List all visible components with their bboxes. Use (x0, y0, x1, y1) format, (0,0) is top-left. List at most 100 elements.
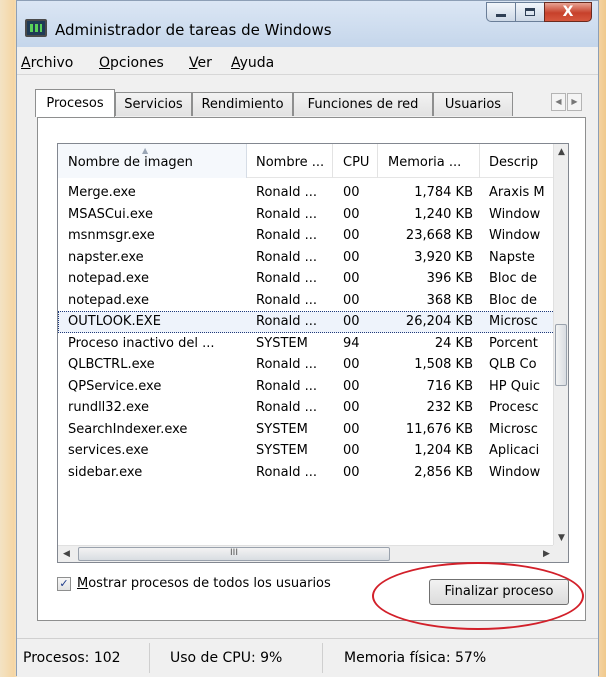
maximize-button[interactable] (515, 2, 544, 22)
end-process-button[interactable]: Finalizar proceso (429, 579, 569, 605)
title-bar[interactable]: Administrador de tareas de Windows X (17, 1, 598, 47)
cell-memory: 1,508 KB (414, 357, 473, 372)
cell-cpu: 00 (343, 206, 360, 222)
tab-scroll-left-button[interactable]: ◀ (551, 93, 566, 111)
scroll-up-arrow-icon[interactable]: ▲ (554, 144, 568, 161)
show-all-users-option[interactable]: ✓ Mostrar procesos de todos los usuarios (57, 576, 331, 591)
cell-user-name: Ronald ... (256, 464, 318, 480)
process-list-header: ▲ Nombre de imagen Nombre ... CPU Memori… (58, 144, 555, 178)
cell-image-name: QPService.exe (68, 378, 162, 394)
cell-image-name: rundll32.exe (68, 400, 150, 415)
cell-description: Porcent (489, 335, 538, 351)
process-list[interactable]: ▲ Nombre de imagen Nombre ... CPU Memori… (57, 143, 569, 563)
cell-cpu: 00 (343, 271, 360, 286)
cell-user-name: Ronald ... (256, 185, 318, 200)
table-row[interactable]: Merge.exe Ronald ... 00 1,784 KB Araxis M (58, 182, 555, 204)
cell-image-name: Proceso inactivo del ... (68, 335, 215, 351)
close-button[interactable]: X (544, 2, 592, 22)
scroll-left-arrow-icon[interactable]: ◀ (58, 546, 75, 562)
show-all-users-label: Mostrar procesos de todos los usuarios (77, 576, 331, 591)
column-header-memory[interactable]: Memoria ... (378, 144, 480, 178)
cell-user-name: SYSTEM (256, 443, 308, 458)
cell-user-name: Ronald ... (256, 400, 318, 415)
cell-description: QLB Co (489, 357, 537, 372)
cell-image-name: QLBCTRL.exe (68, 357, 155, 372)
cell-image-name: SearchIndexer.exe (68, 421, 188, 437)
table-row[interactable]: Proceso inactivo del ... SYSTEM 94 24 KB Por… (58, 333, 555, 355)
cell-user-name: Ronald ... (256, 228, 318, 243)
column-header-image-name[interactable]: ▲ Nombre de imagen (58, 144, 247, 178)
tab-scroll-right-button[interactable]: ▶ (567, 93, 582, 111)
cell-cpu: 00 (343, 228, 360, 243)
vertical-scroll-thumb[interactable] (555, 324, 567, 386)
column-header-cpu[interactable]: CPU (333, 144, 378, 178)
cell-cpu: 00 (343, 421, 360, 437)
column-header-user-name[interactable]: Nombre ... (247, 144, 333, 178)
cell-user-name: SYSTEM (256, 335, 308, 351)
caption-buttons: X (486, 2, 592, 22)
cell-memory: 3,920 KB (414, 249, 473, 265)
cell-description: HP Quic (489, 378, 540, 394)
menu-ayuda[interactable]: Ayuda (231, 55, 274, 71)
process-rows: Merge.exe Ronald ... 00 1,784 KB Araxis M MSA… (58, 182, 555, 483)
table-row[interactable]: sidebar.exe Ronald ... 00 2,856 KB Window (58, 462, 555, 484)
vertical-scrollbar[interactable]: ▲ ▼ (553, 144, 568, 547)
maximize-icon (525, 8, 535, 16)
tab-usuarios[interactable]: Usuarios (433, 92, 513, 116)
tab-procesos[interactable]: Procesos (35, 89, 115, 117)
horizontal-scrollbar[interactable]: ◀ III ▶ (58, 545, 555, 562)
cell-cpu: 00 (343, 314, 360, 329)
table-row[interactable]: msnmsgr.exe Ronald ... 00 23,668 KB Window (58, 225, 555, 247)
menu-ver[interactable]: Ver (189, 55, 212, 71)
cell-description: Window (489, 206, 541, 222)
cell-image-name: sidebar.exe (68, 464, 143, 480)
cell-description: Microsc (489, 314, 538, 329)
show-all-users-checkbox[interactable]: ✓ (57, 576, 71, 591)
menu-archivo[interactable]: Archivo (21, 55, 73, 71)
cell-image-name: notepad.exe (68, 271, 149, 286)
cell-memory: 23,668 KB (405, 228, 473, 243)
column-header-description[interactable]: Descrip (480, 144, 555, 178)
tab-rendimiento[interactable]: Rendimiento (192, 92, 293, 116)
tab-funciones-de-red[interactable]: Funciones de red (293, 92, 433, 116)
table-row[interactable]: services.exe SYSTEM 00 1,204 KB Aplicaci (58, 440, 555, 462)
cell-memory: 26,204 KB (405, 314, 473, 329)
cell-image-name: services.exe (68, 443, 149, 458)
cell-cpu: 00 (343, 185, 360, 200)
cell-user-name: Ronald ... (256, 249, 318, 265)
menu-opciones[interactable]: Opciones (99, 55, 164, 71)
close-icon: X (562, 4, 574, 20)
table-row[interactable]: OUTLOOK.EXE Ronald ... 00 26,204 KB Microsc (58, 311, 555, 333)
cell-memory: 396 KB (426, 271, 473, 286)
cell-cpu: 00 (343, 443, 360, 458)
cell-cpu: 94 (343, 335, 360, 351)
cell-description: Window (489, 464, 541, 480)
tab-servicios[interactable]: Servicios (115, 92, 192, 116)
table-row[interactable]: MSASCui.exe Ronald ... 00 1,240 KB Window (58, 204, 555, 226)
cell-cpu: 00 (343, 357, 360, 372)
task-manager-window: Administrador de tareas de Windows X Arc… (16, 0, 599, 677)
table-row[interactable]: notepad.exe Ronald ... 00 368 KB Bloc de (58, 290, 555, 312)
minimize-icon (496, 14, 506, 17)
minimize-button[interactable] (486, 2, 515, 22)
status-cpu-usage: Uso de CPU: 9% (170, 650, 283, 666)
cell-memory: 368 KB (426, 292, 473, 308)
cell-user-name: SYSTEM (256, 421, 308, 437)
status-separator (149, 643, 150, 673)
table-row[interactable]: QPService.exe Ronald ... 00 716 KB HP Quic (58, 376, 555, 398)
table-row[interactable]: QLBCTRL.exe Ronald ... 00 1,508 KB QLB Co (58, 354, 555, 376)
cell-image-name: napster.exe (68, 249, 144, 265)
scrollbar-corner (553, 545, 568, 562)
horizontal-scroll-thumb[interactable]: III (78, 547, 390, 561)
table-row[interactable]: notepad.exe Ronald ... 00 396 KB Bloc de (58, 268, 555, 290)
cell-cpu: 00 (343, 249, 360, 265)
table-row[interactable]: SearchIndexer.exe SYSTEM 00 11,676 KB Micros… (58, 419, 555, 441)
menu-bar: Archivo Opciones Ver Ayuda (17, 47, 598, 75)
cell-image-name: Merge.exe (68, 185, 136, 200)
cell-memory: 1,784 KB (414, 185, 473, 200)
cell-cpu: 00 (343, 378, 360, 394)
window-title: Administrador de tareas de Windows (55, 21, 332, 39)
table-row[interactable]: rundll32.exe Ronald ... 00 232 KB Procesc (58, 397, 555, 419)
table-row[interactable]: napster.exe Ronald ... 00 3,920 KB Napste (58, 247, 555, 269)
cell-description: Microsc (489, 421, 538, 437)
